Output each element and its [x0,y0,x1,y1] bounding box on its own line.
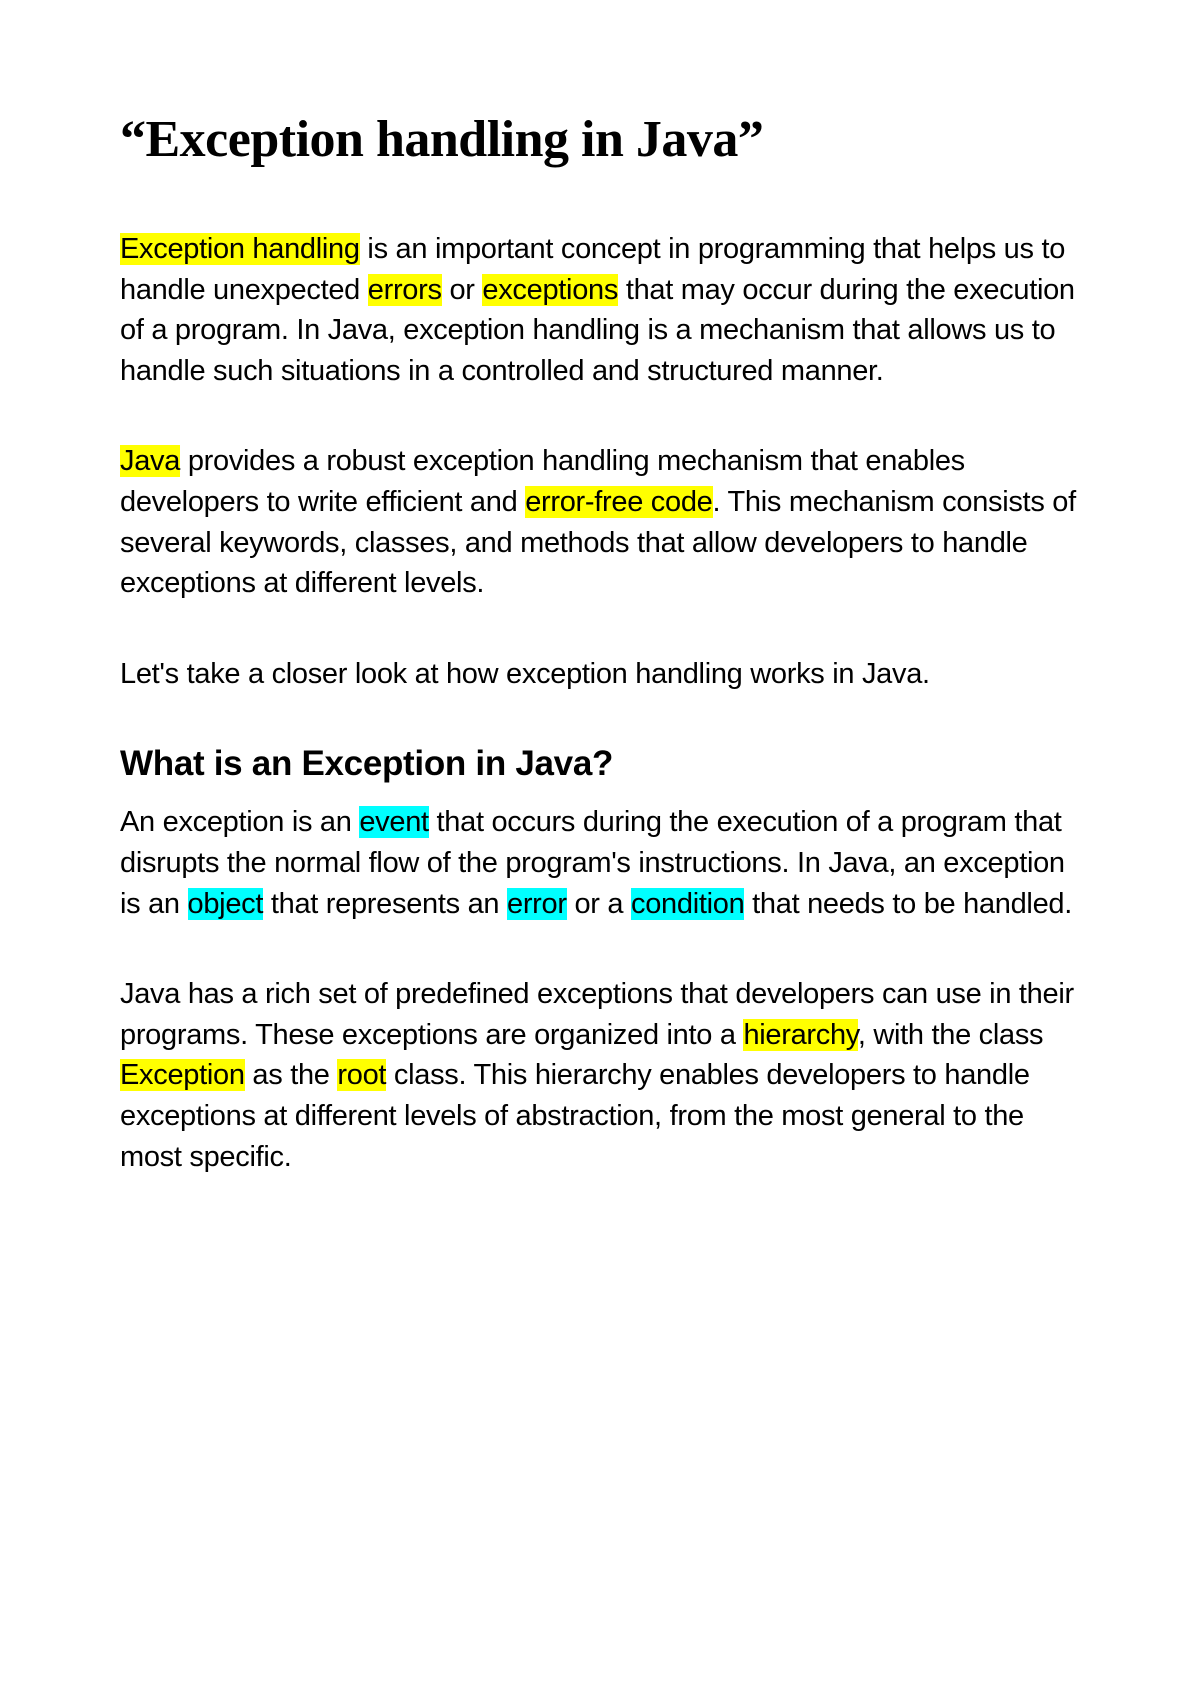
paragraph-1: Exception handling is an important conce… [120,229,1080,391]
highlight-exception-class: Exception [120,1059,245,1091]
highlight-condition: condition [631,888,744,920]
text: as the [245,1059,338,1091]
paragraph-4: An exception is an event that occurs dur… [120,802,1080,924]
highlight-root: root [337,1059,386,1091]
text: An exception is an [120,806,359,838]
highlight-error-free-code: error-free code [525,486,712,518]
paragraph-2: Java provides a robust exception handlin… [120,441,1080,603]
paragraph-3: Let's take a closer look at how exceptio… [120,654,1080,695]
highlight-hierarchy: hierarchy [743,1019,857,1051]
highlight-errors: errors [368,274,442,306]
highlight-exceptions: exceptions [482,274,618,306]
text: or [442,274,483,306]
page-title: “Exception handling in Java” [120,110,1080,169]
text: that needs to be handled. [744,888,1072,920]
text: or a [567,888,631,920]
highlight-object: object [188,888,264,920]
highlight-java: Java [120,445,180,477]
highlight-exception-handling: Exception handling [120,233,360,265]
highlight-event: event [359,806,428,838]
paragraph-5: Java has a rich set of predefined except… [120,974,1080,1177]
highlight-error: error [507,888,567,920]
text: Let's take a closer look at how exceptio… [120,658,930,690]
text: that represents an [263,888,507,920]
section-heading: What is an Exception in Java? [120,744,1080,784]
text: , with the class [858,1019,1043,1051]
